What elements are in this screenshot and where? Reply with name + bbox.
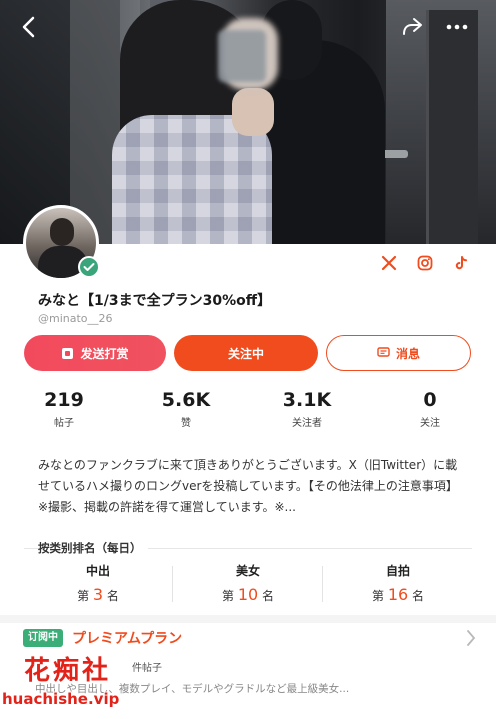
stat-label: 赞 [181, 418, 191, 429]
plan-post-count: 件帖子 [132, 663, 162, 674]
ranking-number: 10 [237, 585, 259, 604]
ranking-category: 美女 [235, 564, 260, 578]
message-button[interactable]: 消息 [326, 335, 471, 371]
ranking-prefix: 第 [221, 589, 234, 603]
ranking-prefix: 第 [371, 589, 384, 603]
stat-following[interactable]: 0 关注 [385, 388, 475, 429]
ranking-suffix: 名 [412, 589, 425, 603]
x-logo-icon [381, 255, 397, 271]
stat-label: 关注 [420, 418, 440, 429]
stat-likes[interactable]: 5.6K 赞 [141, 388, 231, 429]
share-icon [403, 18, 422, 35]
x-link[interactable] [378, 252, 400, 274]
verified-icon [78, 256, 100, 278]
plan-name: プレミアムプラン [72, 631, 183, 647]
stat-value: 0 [423, 389, 437, 411]
tiktok-link[interactable] [450, 252, 472, 274]
ranking-suffix: 名 [262, 589, 275, 603]
watermark-url: huachishe.vip [2, 690, 120, 708]
stat-posts[interactable]: 219 帖子 [19, 388, 109, 429]
stat-value: 5.6K [161, 389, 211, 411]
more-button[interactable] [442, 12, 472, 42]
following-button[interactable]: 关注中 [174, 335, 318, 371]
message-label: 消息 [395, 346, 420, 361]
stat-value: 219 [44, 389, 84, 411]
stat-label: 关注者 [292, 418, 322, 429]
message-icon [377, 347, 390, 357]
ranking-category: 中出 [85, 564, 110, 578]
profile-name: みなと【1/3まで全プラン30%off】 [38, 293, 272, 309]
instagram-link[interactable] [414, 252, 436, 274]
send-tip-button[interactable]: 发送打赏 [24, 335, 166, 371]
ranking-number: 16 [387, 585, 409, 604]
send-tip-label: 发送打赏 [80, 346, 129, 361]
watermark-brand: 花痴社 [24, 656, 112, 686]
ranking-item[interactable]: 中出 第 3 名 [24, 562, 172, 604]
stats-row: 219 帖子 5.6K 赞 3.1K 关注者 0 关注 [0, 388, 496, 432]
back-button[interactable] [14, 12, 44, 42]
following-label: 关注中 [227, 346, 264, 361]
more-horizontal-icon [446, 24, 468, 30]
profile-bio[interactable]: みなとのファンクラブに来て頂きありがとうございます。X（旧Twitter）に載せ… [38, 455, 463, 518]
chevron-right-icon [466, 629, 476, 652]
divider [148, 548, 472, 549]
stat-value: 3.1K [282, 389, 332, 411]
tiktok-icon [455, 256, 467, 270]
share-button[interactable] [397, 12, 427, 42]
ranking-prefix: 第 [77, 589, 90, 603]
ranking-list: 中出 第 3 名 美女 第 10 名 自拍 第 16 名 [24, 562, 472, 606]
gift-icon [62, 347, 74, 359]
divider [24, 548, 38, 549]
stat-label: 帖子 [54, 418, 74, 429]
chevron-left-icon [22, 16, 35, 38]
subscribed-badge: 订阅中 [23, 629, 63, 647]
profile-handle: @minato__26 [38, 312, 113, 325]
stat-followers[interactable]: 3.1K 关注者 [262, 388, 352, 429]
ranking-number: 3 [92, 585, 104, 604]
ranking-category: 自拍 [385, 564, 410, 578]
ranking-suffix: 名 [106, 589, 119, 603]
section-divider [0, 615, 496, 623]
instagram-icon [417, 255, 433, 271]
ranking-item[interactable]: 自拍 第 16 名 [324, 562, 472, 604]
ranking-item[interactable]: 美女 第 10 名 [174, 562, 322, 604]
ranking-title: 按类别排名（每日） [38, 541, 142, 555]
